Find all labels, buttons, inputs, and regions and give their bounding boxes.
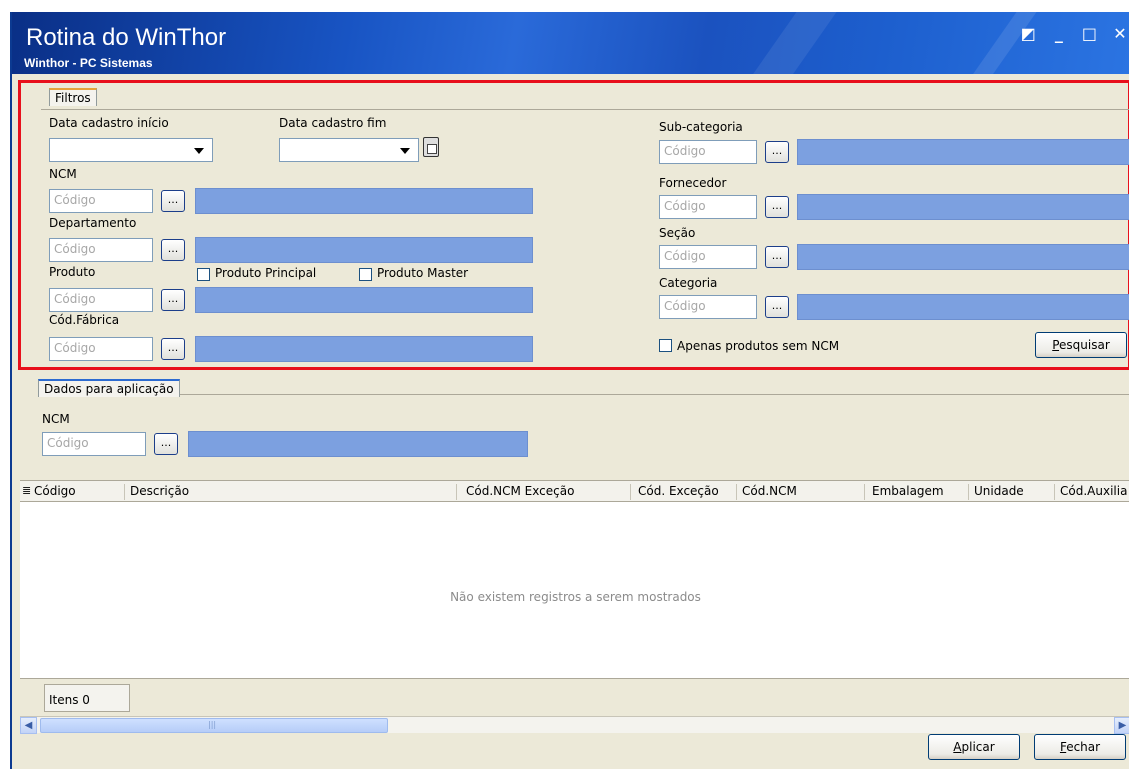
title-bar[interactable]: Rotina do WinThor Winthor - PC Sistemas …	[12, 12, 1129, 74]
tab-dados-aplicacao[interactable]: Dados para aplicação	[38, 379, 180, 397]
grid-header: ≣ Código Descrição Cód.NCM Exceção Cód. …	[20, 480, 1129, 502]
apenas-sem-ncm-checkbox[interactable]	[659, 339, 672, 352]
window-subtitle: Winthor - PC Sistemas	[24, 56, 153, 70]
secao-label: Seção	[659, 226, 696, 240]
cod-fabrica-label: Cód.Fábrica	[49, 313, 120, 327]
produto-master-label: Produto Master	[377, 266, 469, 280]
categoria-search-button[interactable]: ...	[765, 296, 789, 318]
ncm-label: NCM	[49, 167, 77, 181]
dados-ncm-label: NCM	[42, 412, 70, 426]
secao-description-field	[797, 244, 1129, 270]
data-fim-select[interactable]	[279, 138, 419, 162]
subcategoria-description-field	[797, 139, 1129, 165]
cod-fabrica-search-button[interactable]: ...	[161, 338, 185, 360]
produto-search-button[interactable]: ...	[161, 289, 185, 311]
window-controls: ◩ _ □ ✕	[1021, 24, 1127, 43]
fornecedor-codigo-input[interactable]: Código	[659, 195, 757, 219]
window-title: Rotina do WinThor	[26, 24, 227, 51]
col-cod-ncm[interactable]: Cód.NCM	[742, 484, 797, 498]
apenas-sem-ncm-label: Apenas produtos sem NCM	[677, 339, 840, 353]
column-chooser-icon[interactable]: ≣	[22, 484, 31, 497]
status-bar: Itens 0	[20, 678, 1129, 716]
filtros-panel: Filtros Data cadastro início Data cadast…	[18, 80, 1129, 370]
ncm-codigo-input[interactable]: Código	[49, 189, 153, 213]
items-count: Itens 0	[44, 684, 130, 712]
scrollbar-grip-icon: |||	[208, 720, 217, 729]
col-cod-ncm-excecao[interactable]: Cód.NCM Exceção	[466, 484, 574, 498]
produto-label: Produto	[49, 265, 96, 279]
col-codigo[interactable]: Código	[34, 484, 76, 498]
data-inicio-label: Data cadastro início	[49, 116, 169, 130]
departamento-codigo-input[interactable]: Código	[49, 238, 153, 262]
departamento-label: Departamento	[49, 216, 137, 230]
col-descricao[interactable]: Descrição	[130, 484, 189, 498]
col-unidade[interactable]: Unidade	[974, 484, 1024, 498]
produto-principal-label: Produto Principal	[215, 266, 317, 280]
produto-codigo-input[interactable]: Código	[49, 288, 153, 312]
secao-search-button[interactable]: ...	[765, 246, 789, 268]
chevron-down-icon	[400, 148, 410, 154]
empty-message: Não existem registros a serem mostrados	[450, 590, 701, 604]
fornecedor-search-button[interactable]: ...	[765, 196, 789, 218]
categoria-codigo-input[interactable]: Código	[659, 295, 757, 319]
col-cod-auxiliar[interactable]: Cód.Auxilia	[1060, 484, 1127, 498]
scroll-right-icon[interactable]: ▶	[1114, 717, 1129, 734]
data-inicio-select[interactable]	[49, 138, 213, 162]
subcategoria-label: Sub-categoria	[659, 120, 743, 134]
data-fim-label: Data cadastro fim	[279, 116, 387, 130]
cod-fabrica-description-field	[195, 336, 533, 362]
pesquisar-button[interactable]: Pesquisar	[1035, 332, 1127, 358]
horizontal-scrollbar[interactable]: ◀ ||| ▶	[20, 716, 1129, 734]
secao-codigo-input[interactable]: Código	[659, 245, 757, 269]
ncm-search-button[interactable]: ...	[161, 190, 185, 212]
fornecedor-description-field	[797, 194, 1129, 220]
minimize-icon[interactable]: _	[1052, 24, 1066, 43]
fechar-button[interactable]: Fechar	[1034, 734, 1126, 760]
departamento-search-button[interactable]: ...	[161, 239, 185, 261]
subcategoria-search-button[interactable]: ...	[765, 141, 789, 163]
fornecedor-label: Fornecedor	[659, 176, 727, 190]
grid-body[interactable]: Não existem registros a serem mostrados	[20, 502, 1129, 678]
categoria-description-field	[797, 294, 1129, 320]
chevron-down-icon	[194, 148, 204, 154]
col-embalagem[interactable]: Embalagem	[872, 484, 944, 498]
dados-ncm-codigo-input[interactable]: Código	[42, 432, 146, 456]
col-cod-excecao[interactable]: Cód. Exceção	[638, 484, 719, 498]
tab-filtros[interactable]: Filtros	[49, 88, 97, 106]
ncm-description-field	[195, 188, 533, 214]
main-window: Rotina do WinThor Winthor - PC Sistemas …	[10, 12, 1129, 769]
subcategoria-codigo-input[interactable]: Código	[659, 140, 757, 164]
cod-fabrica-input[interactable]: Código	[49, 337, 153, 361]
scroll-left-icon[interactable]: ◀	[20, 717, 37, 734]
maximize-icon[interactable]: □	[1082, 24, 1097, 43]
restore-icon[interactable]: ◩	[1021, 24, 1036, 43]
dados-ncm-description-field	[188, 431, 528, 457]
calendar-icon[interactable]	[423, 137, 439, 157]
produto-master-checkbox[interactable]	[359, 268, 372, 281]
departamento-description-field	[195, 237, 533, 263]
dados-ncm-search-button[interactable]: ...	[154, 433, 178, 455]
produto-principal-checkbox[interactable]	[197, 268, 210, 281]
aplicar-button[interactable]: Aplicar	[928, 734, 1020, 760]
close-icon[interactable]: ✕	[1113, 24, 1127, 43]
categoria-label: Categoria	[659, 276, 718, 290]
produto-description-field	[195, 287, 533, 313]
